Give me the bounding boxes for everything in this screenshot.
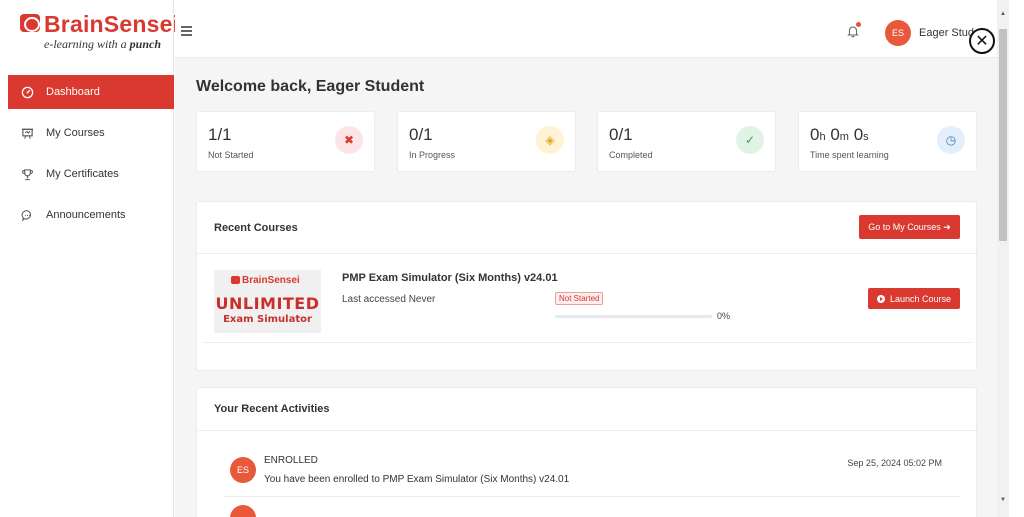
- hamburger-icon[interactable]: [181, 26, 192, 36]
- brand-logo[interactable]: BrainSensei e-learning with a punch: [14, 8, 179, 56]
- stat-label: Completed: [609, 150, 653, 160]
- scroll-up-arrow-icon[interactable]: ▲: [1000, 11, 1006, 17]
- course-title[interactable]: PMP Exam Simulator (Six Months) v24.01: [342, 272, 558, 284]
- progress-percent: 0%: [717, 311, 731, 321]
- brand-tagline-prefix: e-learning with a: [44, 37, 130, 51]
- sidebar-item-label: Announcements: [46, 209, 126, 221]
- clock-icon: ◷: [937, 126, 965, 154]
- stat-label: Time spent learning: [810, 150, 889, 160]
- check-circle-icon: ✓: [736, 126, 764, 154]
- avatar[interactable]: ES: [885, 20, 911, 46]
- stat-label: Not Started: [208, 150, 254, 160]
- notification-dot: [856, 22, 861, 27]
- button-label: Launch Course: [889, 293, 952, 304]
- stat-card-not-started: 1/1 Not Started ✖: [196, 111, 375, 172]
- x-icon: ✖: [335, 126, 363, 154]
- diamond-alert-icon: ◈: [536, 126, 564, 154]
- seconds-value: 0: [853, 125, 864, 144]
- bell-icon[interactable]: [846, 22, 861, 38]
- stat-label: In Progress: [409, 150, 456, 160]
- chat-bubble-icon: [20, 208, 34, 222]
- stat-value: 0/1: [609, 125, 633, 144]
- recent-courses-card: Recent Courses Go to My Courses ➔ BrainS…: [196, 201, 978, 371]
- avatar-partial: [230, 505, 256, 517]
- progress-bar: [555, 315, 712, 318]
- divider: [197, 430, 978, 431]
- sidebar-item-dashboard[interactable]: Dashboard: [8, 75, 174, 109]
- sidebar-item-label: My Courses: [46, 127, 105, 139]
- top-bar: ES Eager Student: [175, 0, 997, 58]
- arrow-right-icon: ➔: [943, 221, 951, 232]
- avatar: ES: [230, 457, 256, 483]
- recent-activities-card: Your Recent Activities ES ENROLLED You h…: [196, 387, 978, 517]
- activity-timestamp: Sep 25, 2024 05:02 PM: [847, 458, 942, 468]
- trophy-icon: [20, 167, 34, 181]
- sidebar-nav: Dashboard My Courses My Certificates Ann…: [8, 75, 174, 239]
- scroll-down-arrow-icon[interactable]: ▼: [1000, 497, 1006, 503]
- stat-value: 1/1: [208, 125, 232, 144]
- brain-logo-icon: [20, 14, 40, 32]
- gauge-icon: [20, 85, 34, 99]
- thumbnail-subtitle: Exam Simulator: [223, 314, 312, 325]
- minutes-value: 0: [830, 125, 840, 144]
- sidebar-item-my-certificates[interactable]: My Certificates: [8, 157, 174, 191]
- thumbnail-brand: BrainSensei: [231, 275, 300, 286]
- brand-tagline: e-learning with a punch: [44, 37, 161, 52]
- brand-tagline-emphasis: punch: [129, 37, 162, 51]
- status-badge: Not Started: [555, 292, 604, 305]
- section-title: Recent Courses: [214, 222, 298, 234]
- close-icon[interactable]: ✕: [969, 28, 995, 54]
- stat-card-completed: 0/1 Completed ✓: [597, 111, 776, 172]
- sidebar-item-label: My Certificates: [46, 168, 119, 180]
- last-accessed: Last accessed Never: [342, 294, 436, 305]
- stat-value: 0/1: [409, 125, 433, 144]
- stat-value: 0h 0m 0s: [810, 125, 869, 145]
- hours-unit: h: [819, 131, 826, 143]
- go-to-my-courses-button[interactable]: Go to My Courses ➔: [859, 215, 960, 239]
- divider: [203, 342, 972, 343]
- play-circle-icon: [876, 294, 885, 303]
- button-label: Go to My Courses: [868, 222, 941, 232]
- sidebar-item-label: Dashboard: [46, 86, 100, 98]
- sidebar-item-my-courses[interactable]: My Courses: [8, 116, 174, 150]
- divider: [197, 253, 978, 254]
- presentation-icon: [20, 126, 34, 140]
- divider: [224, 496, 960, 497]
- course-thumbnail[interactable]: BrainSensei UNLIMITED Exam Simulator: [214, 270, 321, 333]
- sidebar: BrainSensei e-learning with a punch Dash…: [0, 0, 179, 517]
- launch-course-button[interactable]: Launch Course: [868, 288, 960, 309]
- thumbnail-headline: UNLIMITED: [215, 294, 320, 313]
- section-title: Your Recent Activities: [214, 403, 330, 415]
- sidebar-item-announcements[interactable]: Announcements: [8, 198, 174, 232]
- vertical-scrollbar[interactable]: ▲ ▼: [997, 0, 1009, 517]
- activity-description: You have been enrolled to PMP Exam Simul…: [264, 474, 570, 485]
- stat-card-time-spent: 0h 0m 0s Time spent learning ◷: [798, 111, 977, 172]
- main-content: Welcome back, Eager Student 1/1 Not Star…: [175, 58, 997, 517]
- scrollbar-thumb[interactable]: [999, 29, 1007, 241]
- seconds-unit: s: [863, 131, 869, 143]
- stat-card-in-progress: 0/1 In Progress ◈: [397, 111, 576, 172]
- brand-name: BrainSensei: [44, 11, 180, 37]
- minutes-unit: m: [839, 131, 849, 143]
- page-title: Welcome back, Eager Student: [196, 78, 425, 95]
- activity-type: ENROLLED: [264, 455, 318, 466]
